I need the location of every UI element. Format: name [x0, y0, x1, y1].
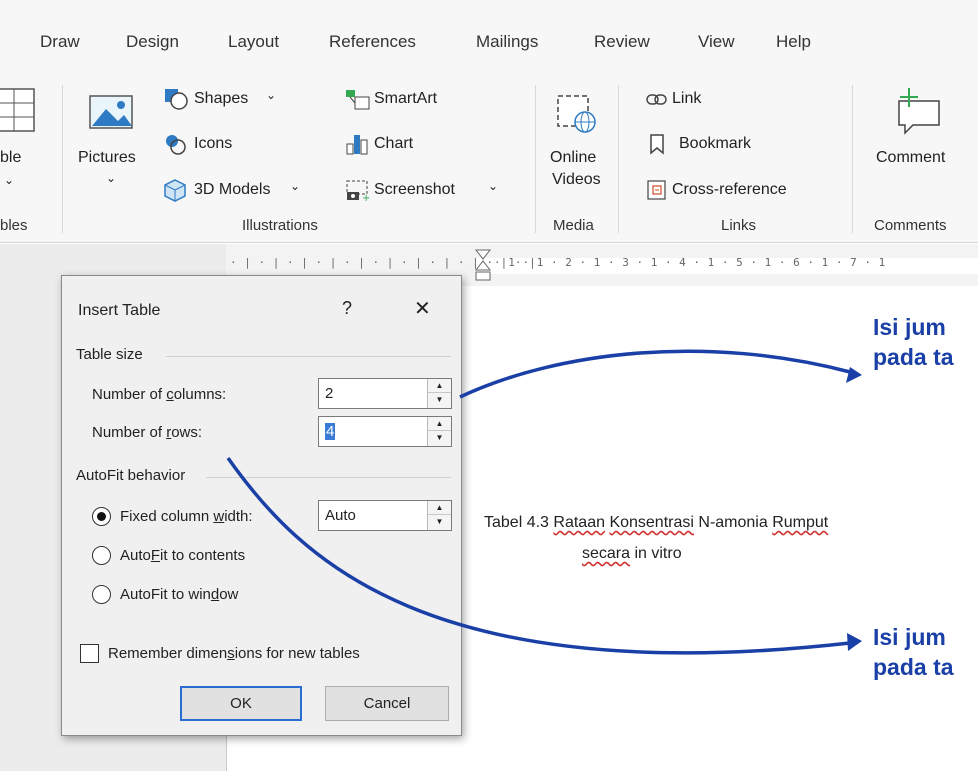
- arrow-to-columns: [459, 349, 851, 399]
- arrow-head: [846, 367, 862, 383]
- arrow-head: [847, 633, 862, 651]
- annotation-arrows: [226, 349, 862, 655]
- arrow-to-rows: [226, 456, 851, 655]
